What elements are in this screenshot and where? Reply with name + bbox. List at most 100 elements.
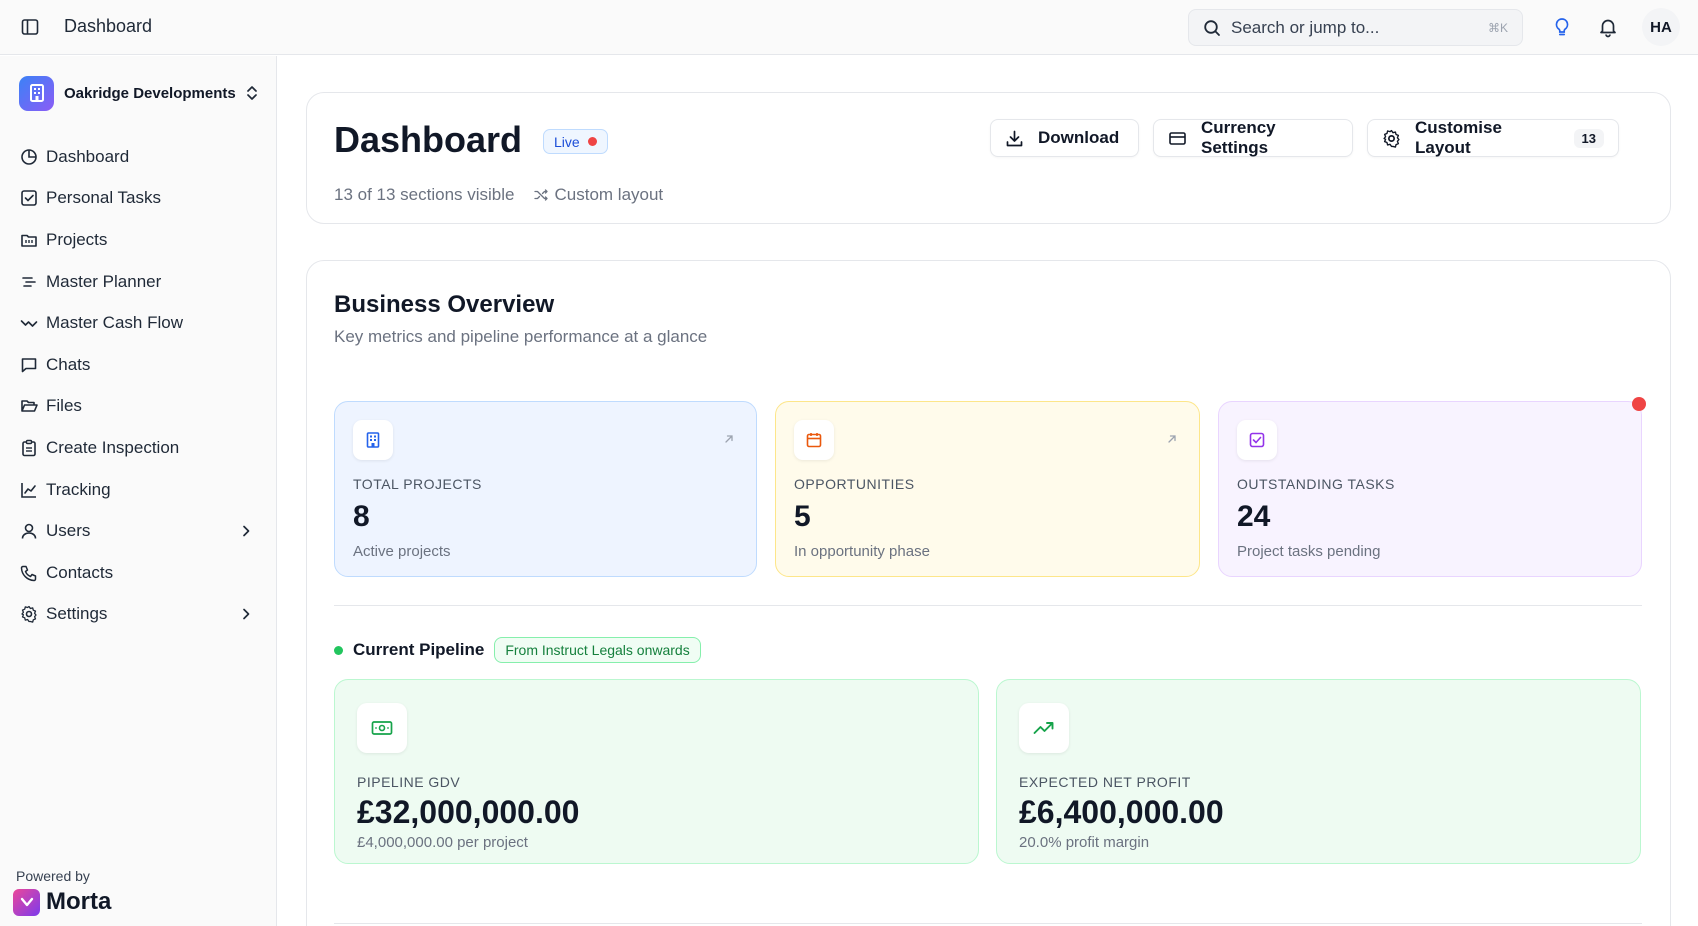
stat-card-opportunities[interactable]: Opportunities 5 In opportunity phase [775, 401, 1200, 577]
sidebar-item-settings[interactable]: Settings [0, 594, 277, 636]
sidebar-item-label: Tracking [46, 479, 111, 499]
trending-up-icon [1019, 703, 1069, 753]
planner-icon [19, 272, 38, 291]
trend-icon [19, 314, 38, 333]
chevron-right-icon [239, 607, 253, 621]
pie-chart-icon [19, 147, 38, 166]
net-profit-label: Expected Net Profit [1019, 774, 1191, 790]
org-switcher[interactable]: Oakridge Developments [19, 74, 259, 112]
bell-icon[interactable] [1597, 16, 1619, 38]
section-subtitle: Key metrics and pipeline performance at … [334, 327, 708, 346]
currency-settings-button[interactable]: Currency Settings [1153, 118, 1353, 157]
sections-visible-text: 13 of 13 sections visible [334, 185, 515, 204]
sidebar-item-dashboard[interactable]: Dashboard [0, 136, 277, 178]
sidebar-item-label: Files [46, 396, 82, 416]
arrow-up-right-icon[interactable] [1165, 432, 1179, 446]
dashboard-header-card: Dashboard Live 13 of 13 sections visible… [306, 92, 1671, 224]
top-bar: Dashboard ⌘K HA [0, 0, 1698, 55]
stat-card-outstanding-tasks[interactable]: Outstanding Tasks 24 Project tasks pendi… [1218, 397, 1646, 577]
search-input[interactable] [1231, 17, 1488, 38]
morta-brand[interactable]: Morta [13, 888, 111, 916]
pipeline-gdv-card[interactable]: Pipeline GDV £32,000,000.00 £4,000,000.0… [334, 679, 979, 864]
net-profit-description: 20.0% profit margin [1019, 834, 1150, 851]
user-icon [19, 522, 38, 541]
credit-card-icon [1168, 129, 1187, 148]
sidebar-item-chats[interactable]: Chats [0, 344, 277, 386]
clipboard-icon [19, 438, 38, 457]
customise-layout-label: Customise Layout [1415, 118, 1502, 157]
sidebar-item-tracking[interactable]: Tracking [0, 469, 277, 511]
sidebar-item-label: Create Inspection [46, 437, 180, 457]
folder-open-icon [19, 397, 38, 416]
banknote-icon [357, 703, 407, 753]
stat-value: 8 [353, 500, 370, 533]
stat-description: In opportunity phase [794, 543, 930, 560]
sidebar-item-label: Dashboard [46, 146, 130, 166]
pipeline-gdv-value: £32,000,000.00 [357, 794, 580, 830]
main-content: Dashboard Live 13 of 13 sections visible… [277, 56, 1698, 926]
sidebar-toggle-icon[interactable] [20, 17, 40, 37]
live-badge: Live [543, 129, 608, 154]
org-name: Oakridge Developments [64, 84, 236, 102]
pipeline-title: Current Pipeline [353, 640, 485, 659]
sidebar-item-files[interactable]: Files [0, 386, 277, 428]
expected-net-profit-card[interactable]: Expected Net Profit £6,400,000.00 20.0% … [996, 679, 1641, 864]
checkbox-icon [1237, 420, 1277, 460]
business-overview-card: Business Overview Key metrics and pipeli… [306, 260, 1671, 926]
page-title: Dashboard [334, 119, 523, 160]
building-icon [353, 420, 393, 460]
customise-layout-button[interactable]: Customise Layout 13 [1367, 118, 1619, 157]
calendar-icon [794, 420, 834, 460]
sidebar-item-label: Settings [46, 604, 108, 624]
org-logo-icon [19, 75, 54, 111]
stat-value: 24 [1237, 500, 1271, 533]
sidebar-item-master-cash-flow[interactable]: Master Cash Flow [0, 302, 277, 344]
live-dot-icon [587, 137, 597, 146]
net-profit-value: £6,400,000.00 [1019, 794, 1224, 830]
search-box[interactable]: ⌘K [1188, 9, 1523, 46]
pipeline-gdv-label: Pipeline GDV [357, 774, 461, 790]
powered-by-label: Powered by [16, 868, 90, 884]
sidebar-item-label: Projects [46, 229, 108, 249]
download-icon [1005, 129, 1024, 148]
sidebar-item-projects[interactable]: Projects [0, 219, 277, 261]
pipeline-tag: From Instruct Legals onwards [494, 637, 701, 663]
stat-label: Total Projects [353, 476, 482, 492]
sidebar-item-master-planner[interactable]: Master Planner [0, 261, 277, 303]
sidebar-item-personal-tasks[interactable]: Personal Tasks [0, 178, 277, 220]
gear-icon [1382, 129, 1401, 148]
section-title: Business Overview [334, 291, 555, 318]
download-label: Download [1038, 128, 1120, 147]
arrow-up-right-icon[interactable] [722, 432, 736, 446]
divider [334, 605, 1642, 606]
stat-label: Opportunities [794, 476, 915, 492]
pipeline-header: Current Pipeline From Instruct Legals on… [334, 637, 701, 663]
folder-icon [19, 230, 38, 249]
chat-icon [19, 355, 38, 374]
phone-icon [19, 563, 38, 582]
stat-card-total-projects[interactable]: Total Projects 8 Active projects [334, 401, 757, 577]
topbar-title: Dashboard [64, 16, 153, 36]
customise-count-badge: 13 [1573, 128, 1604, 148]
avatar[interactable]: HA [1642, 8, 1680, 46]
sidebar-item-contacts[interactable]: Contacts [0, 552, 277, 594]
notification-dot-icon [1632, 397, 1646, 411]
sidebar-item-label: Chats [46, 354, 91, 374]
pipeline-gdv-description: £4,000,000.00 per project [357, 834, 528, 851]
checkbox-icon [19, 189, 38, 208]
download-button[interactable]: Download [990, 119, 1139, 157]
layout-info: 13 of 13 sections visible Custom layout [334, 185, 663, 205]
chart-icon [19, 480, 38, 499]
sidebar-item-label: Contacts [46, 562, 114, 582]
sidebar-item-create-inspection[interactable]: Create Inspection [0, 427, 277, 469]
stat-description: Project tasks pending [1237, 543, 1381, 560]
custom-layout-text: Custom layout [554, 185, 664, 204]
sidebar-item-users[interactable]: Users [0, 510, 277, 552]
sidebar-item-label: Personal Tasks [46, 188, 161, 208]
sidebar-item-label: Master Planner [46, 271, 162, 291]
stat-value: 5 [794, 500, 811, 533]
sidebar-item-label: Users [46, 521, 91, 541]
search-shortcut: ⌘K [1487, 20, 1508, 35]
lightbulb-icon[interactable] [1551, 16, 1573, 38]
morta-brand-name: Morta [46, 888, 112, 915]
